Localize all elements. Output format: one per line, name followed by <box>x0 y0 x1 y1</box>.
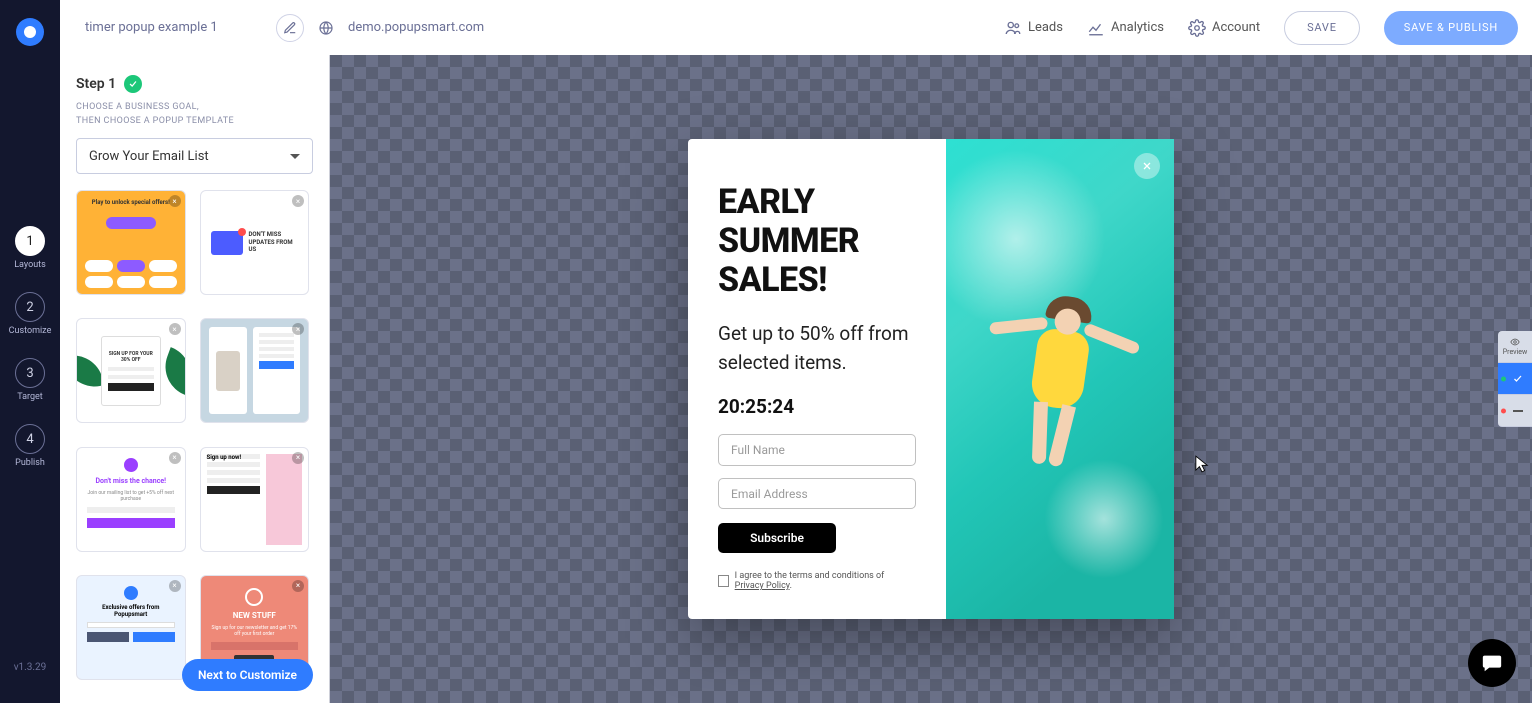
minus-icon <box>1513 410 1523 412</box>
template-heading: DON'T MISS UPDATES FROM US <box>249 231 299 254</box>
preview-label: Preview <box>1503 348 1527 356</box>
template-heading: SIGN UP FOR YOUR 30% OFF <box>108 351 154 363</box>
rename-icon[interactable] <box>276 14 304 42</box>
app-version: v1.3.29 <box>14 662 47 673</box>
leads-label: Leads <box>1028 20 1063 35</box>
agree-checkbox[interactable] <box>718 575 729 587</box>
template-grid[interactable]: × Play to unlock special offers! × DON'T… <box>76 190 313 689</box>
step-number: 2 <box>15 292 45 322</box>
privacy-policy-link[interactable]: Privacy Policy <box>735 581 790 591</box>
helper-line: THEN CHOOSE A POPUP TEMPLATE <box>76 115 313 129</box>
close-icon: × <box>169 323 181 335</box>
subscribe-button[interactable]: Subscribe <box>718 523 836 553</box>
chat-fab-button[interactable] <box>1468 639 1516 687</box>
email-address-input[interactable] <box>718 478 916 510</box>
analytics-label: Analytics <box>1111 20 1164 35</box>
template-heading: Exclusive offers from Popupsmart <box>87 604 175 618</box>
state-success-tab[interactable] <box>1498 363 1532 395</box>
step-complete-icon <box>124 75 142 93</box>
close-icon: × <box>292 580 304 592</box>
panel-step-title: Step 1 <box>76 76 116 92</box>
globe-icon <box>316 18 336 38</box>
popup-title-line: EARLY <box>718 183 916 222</box>
template-card[interactable]: × SIGN UP FOR YOUR 30% OFF <box>76 318 186 423</box>
close-icon: × <box>169 580 181 592</box>
envelope-icon <box>211 231 243 255</box>
popup-preview: EARLY SUMMER SALES! Get up to 50% off fr… <box>688 139 1174 619</box>
leads-link[interactable]: Leads <box>1004 19 1063 37</box>
helper-line: CHOOSE A BUSINESS GOAL, <box>76 101 313 115</box>
step-number: 4 <box>15 424 45 454</box>
state-error-tab[interactable] <box>1498 395 1532 427</box>
account-link[interactable]: Account <box>1188 19 1260 37</box>
template-sub: Sign up for our newsletter and get 17% o… <box>211 625 299 637</box>
wizard-steps: 1 Layouts 2 Customize 3 Target 4 Publish <box>9 226 52 468</box>
full-name-input[interactable] <box>718 434 916 466</box>
next-to-customize-button[interactable]: Next to Customize <box>182 659 313 691</box>
step-number: 1 <box>15 226 45 256</box>
template-card[interactable]: × Sign up now! <box>200 447 310 552</box>
step-publish[interactable]: 4 Publish <box>15 424 45 468</box>
template-card[interactable]: × DON'T MISS UPDATES FROM US <box>200 190 310 295</box>
main-column: demo.popupsmart.com Leads Analytics Acco… <box>60 0 1532 703</box>
popup-left-pane: EARLY SUMMER SALES! Get up to 50% off fr… <box>688 139 946 619</box>
popup-title: EARLY SUMMER SALES! <box>718 183 916 300</box>
popup-image-illustration <box>1029 327 1091 411</box>
brand-logo[interactable] <box>16 18 44 46</box>
panel-step-header: Step 1 <box>76 75 313 93</box>
template-card[interactable]: × Play to unlock special offers! <box>76 190 186 295</box>
panel-helper-text: CHOOSE A BUSINESS GOAL, THEN CHOOSE A PO… <box>76 101 313 128</box>
campaign-title-input[interactable] <box>74 11 264 45</box>
preview-canvas[interactable]: EARLY SUMMER SALES! Get up to 50% off fr… <box>330 55 1532 703</box>
close-icon: × <box>292 452 304 464</box>
popup-title-line: SALES! <box>718 261 916 300</box>
analytics-link[interactable]: Analytics <box>1087 19 1164 37</box>
popup-image-pane <box>946 139 1174 619</box>
template-heading: NEW STUFF <box>233 611 276 620</box>
template-sub: Join our mailing list to get +5% off nex… <box>87 490 175 502</box>
template-card[interactable]: × Exclusive offers from Popupsmart <box>76 575 186 680</box>
status-dot-icon <box>1501 408 1506 413</box>
step-target[interactable]: 3 Target <box>15 358 45 402</box>
preview-side-tabs: Preview <box>1498 331 1532 427</box>
megaphone-icon <box>245 588 263 606</box>
close-icon: × <box>292 323 304 335</box>
top-right-actions: Leads Analytics Account SAVE SAVE & PUBL… <box>1004 11 1518 45</box>
close-icon: × <box>169 452 181 464</box>
step-label: Publish <box>15 458 45 468</box>
account-label: Account <box>1212 20 1260 35</box>
preview-tab[interactable]: Preview <box>1498 331 1532 363</box>
save-button[interactable]: SAVE <box>1284 11 1360 45</box>
top-bar: demo.popupsmart.com Leads Analytics Acco… <box>60 0 1532 55</box>
template-heading: Sign up now! <box>207 454 261 459</box>
step-label: Layouts <box>14 260 46 270</box>
agree-checkbox-row[interactable]: I agree to the terms and conditions of P… <box>718 571 916 591</box>
popup-title-line: SUMMER <box>718 222 916 261</box>
step-customize[interactable]: 2 Customize <box>9 292 52 336</box>
agree-text: I agree to the terms and conditions of P… <box>735 571 916 591</box>
step-number: 3 <box>15 358 45 388</box>
step-layouts[interactable]: 1 Layouts <box>14 226 46 270</box>
layout-panel: Step 1 CHOOSE A BUSINESS GOAL, THEN CHOO… <box>60 55 330 703</box>
step-label: Customize <box>9 326 52 336</box>
workspace: Step 1 CHOOSE A BUSINESS GOAL, THEN CHOO… <box>60 55 1532 703</box>
business-goal-select[interactable]: Grow Your Email List <box>76 138 313 174</box>
template-card[interactable]: × <box>200 318 310 423</box>
left-navbar: 1 Layouts 2 Customize 3 Target 4 Publish… <box>0 0 60 703</box>
popup-close-button[interactable] <box>1134 153 1160 179</box>
select-value: Grow Your Email List <box>89 149 209 164</box>
save-publish-button[interactable]: SAVE & PUBLISH <box>1384 11 1518 45</box>
step-label: Target <box>17 392 43 402</box>
popup-subtitle: Get up to 50% off from selected items. <box>718 320 916 377</box>
close-icon: × <box>292 195 304 207</box>
template-card[interactable]: × Don't miss the chance! Join our mailin… <box>76 447 186 552</box>
domain-label[interactable]: demo.popupsmart.com <box>348 20 484 35</box>
template-heading: Play to unlock special offers! <box>85 199 177 206</box>
status-dot-icon <box>1501 376 1506 381</box>
popup-countdown-timer: 20:25:24 <box>718 395 916 418</box>
template-heading: Don't miss the chance! <box>95 477 166 485</box>
cursor-icon <box>1195 455 1209 477</box>
